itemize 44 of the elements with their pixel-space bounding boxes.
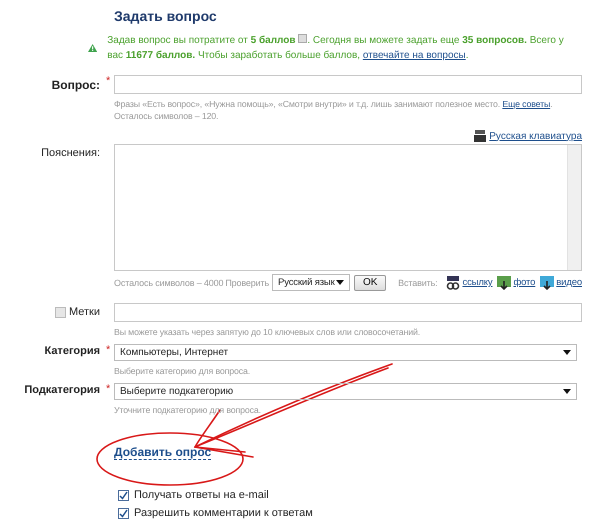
answer-questions-link[interactable]: отвечайте на вопросы: [362, 50, 466, 61]
question-hint: Фразы «Есть вопрос», «Нужна помощь», «Смотри внутри» и т.д. лишь занимают полезное место. Еще советы. Осталось символов – 120.: [114, 98, 554, 122]
page-title: Задать вопрос: [114, 8, 218, 25]
keyboard-link[interactable]: Русская клавиатура: [489, 130, 582, 142]
image-download-icon: [497, 276, 512, 290]
spellcheck-label: Проверить: [225, 278, 270, 288]
field-label: Подкатегория: [24, 383, 100, 396]
category-select[interactable]: Компьютеры, Интернет: [114, 344, 577, 361]
add-poll-link[interactable]: Добавить опрос: [114, 445, 212, 460]
caret-icon: [563, 350, 571, 355]
option-checkbox[interactable]: [118, 490, 129, 500]
details-textarea[interactable]: [114, 144, 582, 271]
tags-checkbox[interactable]: [54, 306, 66, 318]
tags-field[interactable]: [114, 303, 582, 322]
language-select[interactable]: Русский язык: [272, 274, 350, 291]
details-counter: Осталось символов – 4000: [114, 278, 224, 288]
ok-button[interactable]: OK: [354, 274, 386, 290]
screen-download-icon: [540, 276, 554, 290]
insert-label: Вставить:: [398, 278, 438, 288]
tags-hint: Вы можете указать через запятую до 10 ключевых слов или словосочетаний.: [114, 326, 422, 338]
field-label: Категория: [44, 344, 100, 357]
caret-icon: [563, 389, 571, 394]
field-label: Метки: [68, 306, 100, 318]
chain-link-icon: [446, 276, 460, 290]
insert-link[interactable]: видео: [556, 277, 582, 288]
insert-link[interactable]: ссылку: [462, 277, 492, 288]
field-label: Вопрос:: [52, 77, 100, 92]
notice-text: Задав вопрос вы потратите от 5 баллов . Сегодня вы можете задать еще 35 вопросов. Всего у вас 11677 баллов. Чтобы заработать больше баллов, отвечайте на вопросы.: [107, 33, 565, 63]
warning-icon: [88, 41, 98, 55]
required-mark: *: [105, 344, 112, 356]
field-label: Пояснения:: [41, 146, 100, 159]
scrollbar[interactable]: [567, 145, 581, 270]
category-select[interactable]: Выберите подкатегорию: [114, 383, 577, 400]
select-hint: Уточните подкатегорию для вопроса.: [114, 404, 262, 416]
required-mark: *: [105, 75, 112, 87]
select-hint: Выберите категорию для вопроса.: [114, 365, 251, 377]
option-label: Получать ответы на e-mail: [134, 489, 269, 501]
option-label: Разрешить комментарии к ответам: [134, 507, 313, 519]
insert-link[interactable]: фото: [513, 277, 536, 288]
option-checkbox[interactable]: [118, 508, 129, 518]
question-field[interactable]: [114, 75, 582, 94]
caret-icon: [336, 280, 344, 285]
required-mark: *: [105, 383, 112, 395]
tips-link[interactable]: Еще советы: [502, 99, 550, 109]
